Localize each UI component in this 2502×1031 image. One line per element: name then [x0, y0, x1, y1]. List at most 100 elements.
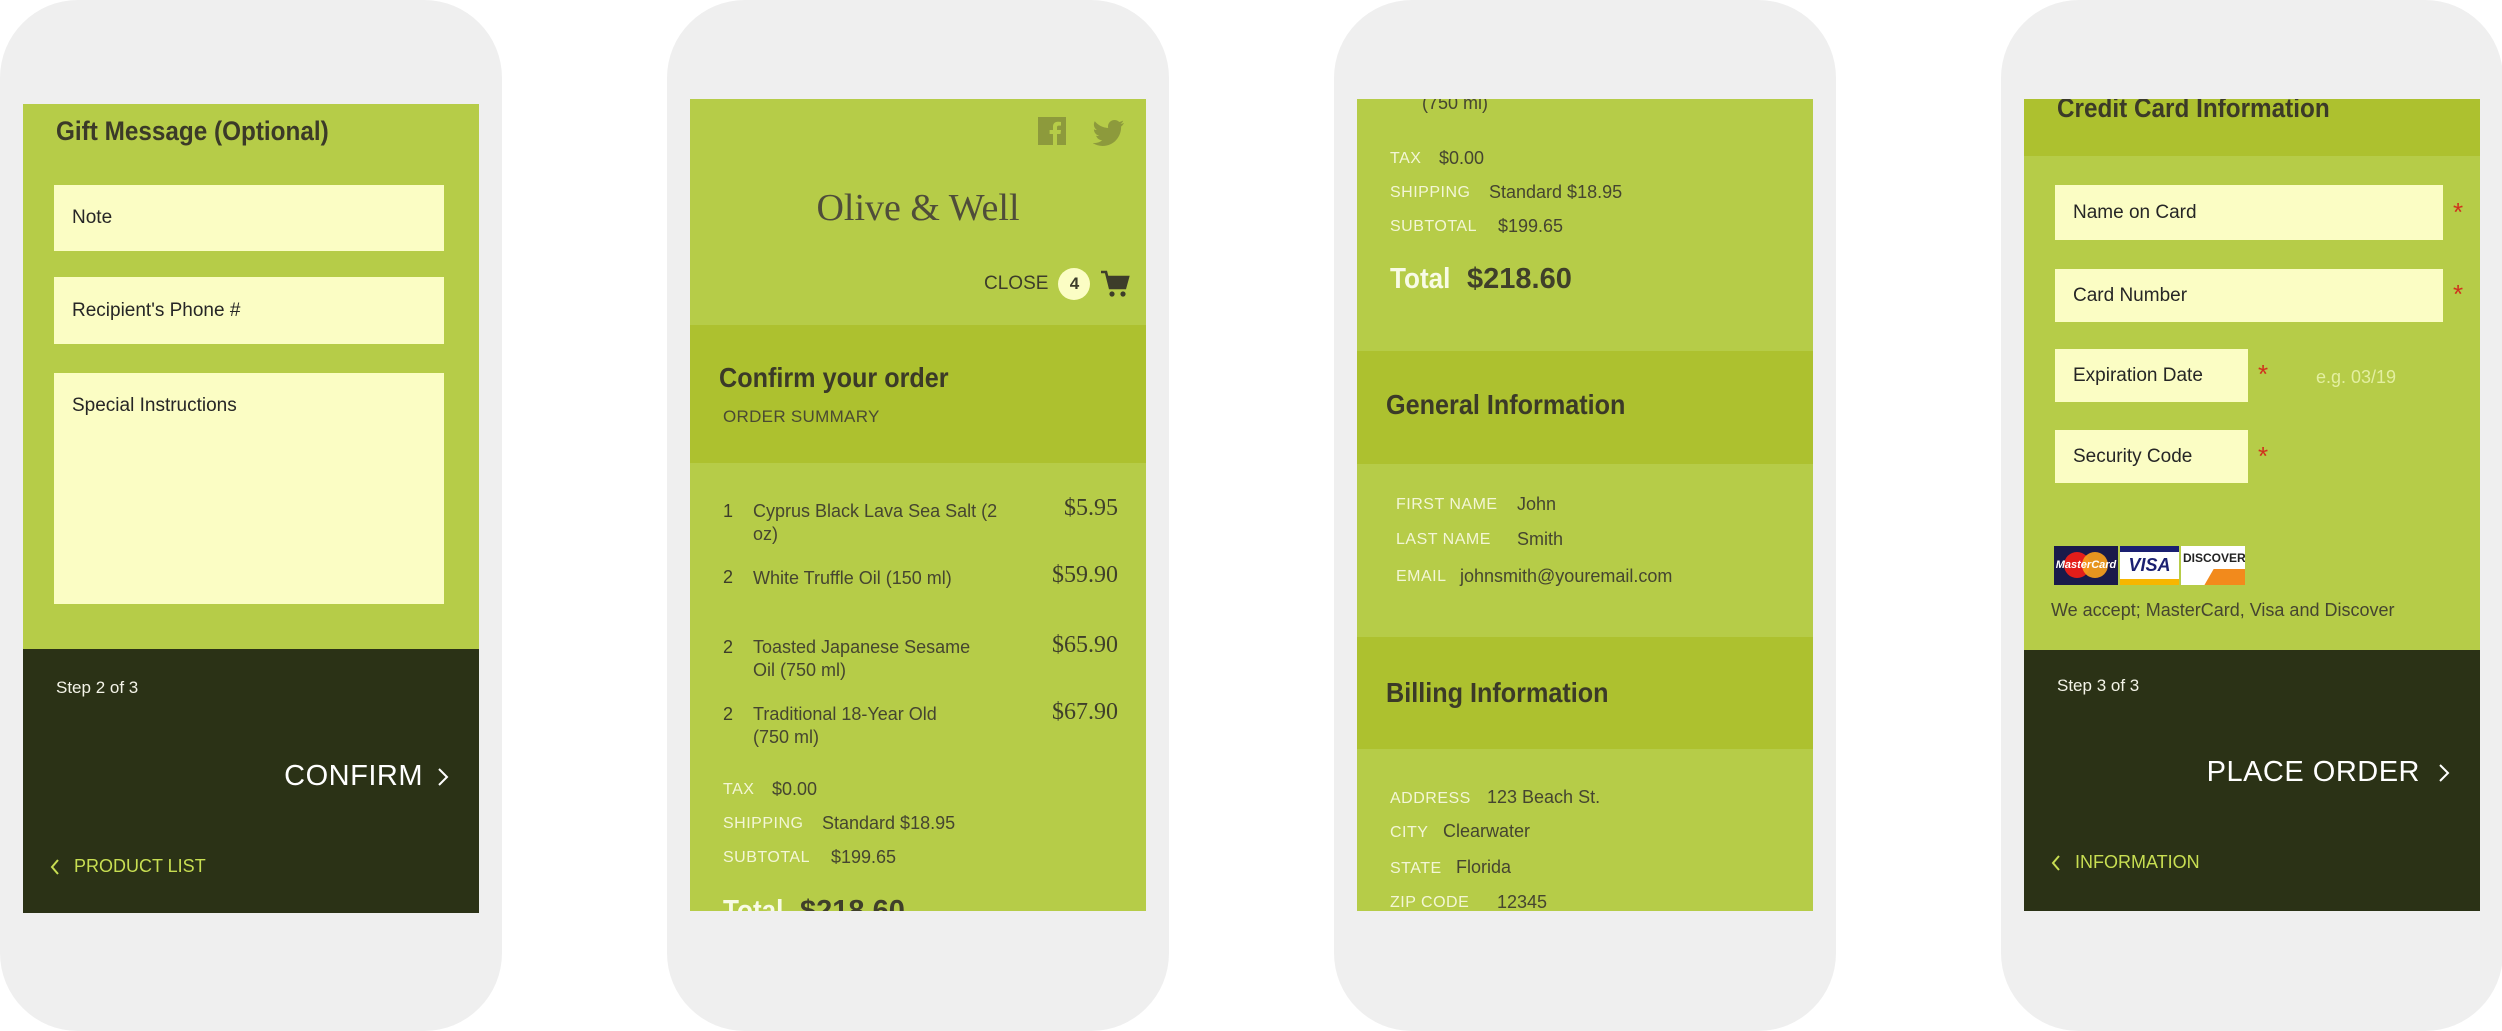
- confirm-order-band: Confirm your order ORDER SUMMARY: [690, 325, 1146, 463]
- back-product-list-link[interactable]: PRODUCT LIST: [50, 856, 206, 877]
- note-field[interactable]: Note: [54, 185, 444, 251]
- shipping-value: Standard $18.95: [822, 813, 956, 833]
- chevron-right-icon: [437, 767, 449, 787]
- phone-gift-message: Gift Message (Optional) Note Recipient's…: [0, 0, 502, 1031]
- accepted-cards-text: We accept; MasterCard, Visa and Discover: [2051, 600, 2395, 620]
- item-price: $59.90: [1052, 562, 1118, 588]
- subtotal-value: $199.65: [1498, 216, 1564, 236]
- city-label: CITY: [1390, 824, 1429, 841]
- credit-card-band: Credit Card Information: [2024, 99, 2480, 156]
- phone-confirm-order: Olive & Well CLOSE 4 Confirm your order …: [667, 0, 1169, 1031]
- twitter-icon[interactable]: [1093, 120, 1125, 146]
- state-label: STATE: [1390, 860, 1442, 877]
- zip-code-label: ZIP CODE: [1390, 894, 1470, 911]
- back-information-link[interactable]: INFORMATION: [2051, 852, 2200, 873]
- last-name-label: LAST NAME: [1396, 531, 1491, 548]
- billing-information-band: Billing Information: [1357, 637, 1813, 749]
- step-indicator: Step 2 of 3: [56, 678, 139, 697]
- special-instructions-field[interactable]: Special Instructions: [54, 373, 444, 604]
- card-number-placeholder: Card Number: [2073, 284, 2188, 306]
- place-order-label: PLACE ORDER: [2206, 756, 2420, 788]
- chevron-right-icon: [2438, 763, 2450, 783]
- shipping-value: Standard $18.95: [1489, 182, 1623, 202]
- city-value: Clearwater: [1443, 821, 1531, 841]
- cart-count-badge: 4: [1058, 268, 1091, 300]
- item-price: $67.90: [1052, 699, 1118, 725]
- last-name-value: Smith: [1517, 529, 1564, 549]
- expiration-hint: e.g. 03/19: [2316, 367, 2397, 387]
- total-label: Total: [723, 895, 784, 911]
- expiration-date-placeholder: Expiration Date: [2073, 364, 2203, 386]
- phone-information: (750 ml) TAX $0.00 SHIPPING Standard $18…: [1334, 0, 1836, 1031]
- cart-icon: [1100, 270, 1131, 298]
- total-label: Total: [1390, 263, 1451, 295]
- order-summary-label: ORDER SUMMARY: [723, 407, 880, 426]
- tax-label: TAX: [1390, 150, 1422, 167]
- close-label: CLOSE: [984, 273, 1049, 294]
- general-information-band: General Information: [1357, 351, 1813, 464]
- screen-payment: Credit Card Information Name on Card * C…: [2024, 99, 2480, 911]
- subtotal-value: $199.65: [831, 847, 897, 867]
- state-value: Florida: [1456, 857, 1512, 877]
- required-marker: *: [2453, 279, 2464, 309]
- shipping-label: SHIPPING: [723, 815, 804, 832]
- card-number-field[interactable]: Card Number: [2055, 269, 2443, 322]
- security-code-placeholder: Security Code: [2073, 445, 2193, 467]
- general-information-heading: General Information: [1386, 389, 1626, 420]
- name-on-card-placeholder: Name on Card: [2073, 201, 2197, 223]
- step-indicator: Step 3 of 3: [2057, 676, 2140, 695]
- cart-close-control[interactable]: CLOSE 4: [984, 268, 1131, 300]
- confirm-order-heading: Confirm your order: [719, 362, 949, 393]
- phone-payment: Credit Card Information Name on Card * C…: [2001, 0, 2502, 1031]
- security-code-field[interactable]: Security Code: [2055, 430, 2248, 483]
- zip-code-value: 12345: [1497, 892, 1548, 911]
- recipient-phone-placeholder: Recipient's Phone #: [72, 299, 241, 321]
- item-qty: 2: [723, 637, 734, 657]
- shipping-label: SHIPPING: [1390, 184, 1471, 201]
- subtotal-label: SUBTOTAL: [723, 849, 810, 866]
- gift-message-heading: Gift Message (Optional): [56, 116, 329, 146]
- expiration-date-field[interactable]: Expiration Date: [2055, 349, 2248, 402]
- back-label: PRODUCT LIST: [74, 856, 206, 876]
- confirm-button[interactable]: CONFIRM: [284, 760, 449, 793]
- item-name: Traditional 18-Year Old (750 ml): [753, 704, 937, 747]
- name-on-card-field[interactable]: Name on Card: [2055, 185, 2443, 240]
- screen-information: (750 ml) TAX $0.00 SHIPPING Standard $18…: [1357, 99, 1813, 911]
- screen-confirm-order: Olive & Well CLOSE 4 Confirm your order …: [690, 99, 1146, 911]
- confirm-label: CONFIRM: [284, 760, 423, 792]
- email-value: johnsmith@youremail.com: [1460, 566, 1673, 586]
- billing-information-heading: Billing Information: [1386, 677, 1609, 708]
- email-label: EMAIL: [1396, 568, 1447, 585]
- special-instructions-placeholder: Special Instructions: [72, 395, 237, 416]
- item-price: $65.90: [1052, 632, 1118, 658]
- chevron-left-icon: [2051, 854, 2061, 872]
- note-placeholder: Note: [72, 207, 113, 228]
- item-name-tail: (750 ml): [1422, 99, 1489, 113]
- screen-gift-message: Gift Message (Optional) Note Recipient's…: [23, 104, 479, 913]
- first-name-label: FIRST NAME: [1396, 496, 1498, 513]
- required-marker: *: [2258, 441, 2269, 471]
- subtotal-label: SUBTOTAL: [1390, 218, 1477, 235]
- first-name-value: John: [1517, 494, 1557, 514]
- item-name: Toasted Japanese Sesame Oil (750 ml): [753, 637, 971, 680]
- tax-value: $0.00: [772, 779, 818, 799]
- recipient-phone-field[interactable]: Recipient's Phone #: [54, 277, 444, 344]
- tax-value: $0.00: [1439, 148, 1485, 168]
- footer-bar: Step 3 of 3 PLACE ORDER INFORMATION: [2024, 650, 2480, 911]
- item-qty: 2: [723, 704, 734, 724]
- item-name: White Truffle Oil (150 ml): [753, 568, 952, 588]
- total-value: $218.60: [800, 895, 905, 911]
- item-name: Cyprus Black Lava Sea Salt (2 oz): [753, 501, 998, 544]
- facebook-icon[interactable]: [1038, 117, 1066, 145]
- item-qty: 2: [723, 567, 734, 587]
- visa-logo: VISA: [2120, 546, 2179, 585]
- accepted-cards: MasterCard VISA DISCOVER: [2054, 546, 2245, 585]
- tax-label: TAX: [723, 781, 755, 798]
- address-label: ADDRESS: [1390, 790, 1471, 807]
- back-label: INFORMATION: [2075, 852, 2200, 872]
- chevron-left-icon: [50, 858, 60, 876]
- required-marker: *: [2258, 359, 2269, 389]
- brand-logo: Olive & Well: [816, 187, 1020, 229]
- place-order-button[interactable]: PLACE ORDER: [2207, 756, 2450, 789]
- item-price: $5.95: [1064, 495, 1118, 521]
